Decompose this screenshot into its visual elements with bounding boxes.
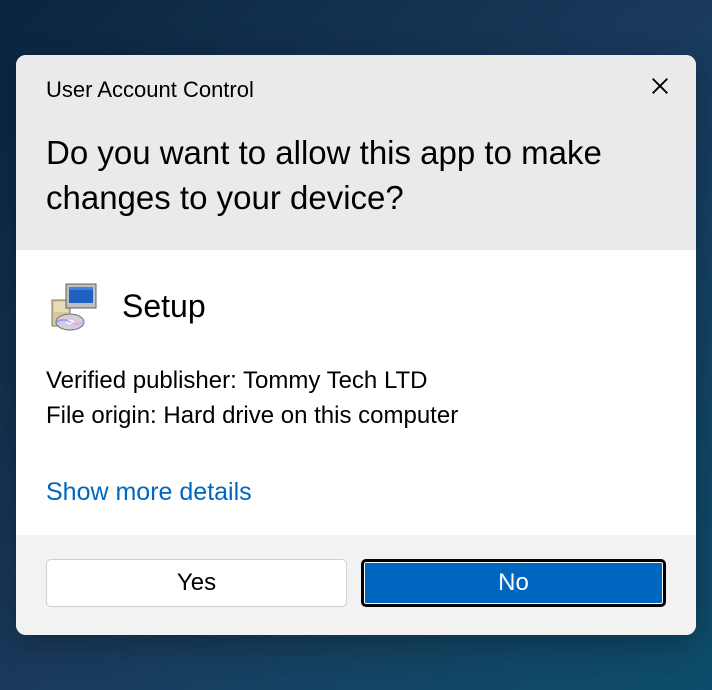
publisher-value: Tommy Tech LTD: [243, 367, 428, 394]
publisher-line: Verified publisher: Tommy Tech LTD: [46, 364, 666, 399]
close-button[interactable]: [642, 69, 678, 105]
dialog-footer: Yes No: [16, 535, 696, 635]
yes-button[interactable]: Yes: [46, 559, 347, 607]
dialog-question: Do you want to allow this app to make ch…: [46, 131, 666, 220]
show-more-details-link[interactable]: Show more details: [46, 478, 252, 507]
app-row: Setup: [46, 278, 666, 334]
dialog-body: Setup Verified publisher: Tommy Tech LTD…: [16, 250, 696, 535]
app-name: Setup: [122, 288, 206, 325]
origin-label: File origin:: [46, 402, 157, 429]
dialog-title: User Account Control: [46, 77, 666, 103]
uac-dialog: User Account Control Do you want to allo…: [16, 55, 696, 635]
dialog-header: User Account Control Do you want to allo…: [16, 55, 696, 250]
origin-line: File origin: Hard drive on this computer: [46, 399, 666, 434]
origin-value: Hard drive on this computer: [163, 402, 458, 429]
publisher-label: Verified publisher:: [46, 367, 237, 394]
close-icon: [649, 75, 671, 100]
no-button[interactable]: No: [361, 559, 666, 607]
setup-installer-icon: [46, 278, 102, 334]
